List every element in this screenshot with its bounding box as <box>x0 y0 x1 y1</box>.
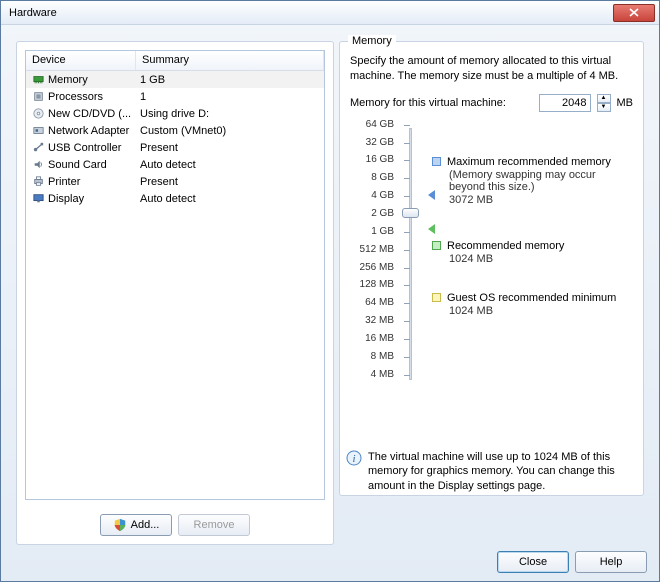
square-blue-icon <box>432 157 441 166</box>
memory-info-text: The virtual machine will use up to 1024 … <box>368 450 639 493</box>
memory-unit: MB <box>617 97 634 109</box>
cpu-icon <box>32 91 45 102</box>
device-name: Processors <box>46 91 138 103</box>
shield-icon <box>113 518 127 532</box>
info-icon: i <box>346 450 362 466</box>
table-row[interactable]: PrinterPresent <box>26 173 324 190</box>
svg-text:i: i <box>352 453 355 465</box>
device-name: Network Adapter <box>46 125 138 137</box>
slider-ticks: 64 GB32 GB16 GB8 GB4 GB2 GB1 GB512 MB256… <box>350 124 400 384</box>
tick-label: 4 GB <box>371 190 394 201</box>
rec-value: 1024 MB <box>449 253 564 265</box>
max-rec-value: 3072 MB <box>449 194 633 206</box>
tick-label: 16 MB <box>365 333 394 344</box>
nic-icon <box>32 125 45 136</box>
device-name: Display <box>46 193 138 205</box>
window-title: Hardware <box>9 7 57 19</box>
memory-input[interactable] <box>539 94 591 112</box>
device-name: Printer <box>46 176 138 188</box>
table-row[interactable]: New CD/DVD (...Using drive D: <box>26 105 324 122</box>
memory-legend: Memory <box>348 35 396 47</box>
device-summary: Auto detect <box>138 159 320 171</box>
tick-label: 4 MB <box>371 369 394 380</box>
titlebar: Hardware <box>1 1 659 25</box>
max-rec-note: (Memory swapping may occur beyond this s… <box>449 169 633 193</box>
device-summary: Using drive D: <box>138 108 320 120</box>
guest-value: 1024 MB <box>449 305 616 317</box>
col-summary[interactable]: Summary <box>136 51 324 70</box>
device-summary: 1 GB <box>138 74 320 86</box>
device-summary: Present <box>138 142 320 154</box>
memory-spin-up[interactable]: ▲ <box>597 94 611 103</box>
tick-label: 64 GB <box>366 119 394 130</box>
device-name: Sound Card <box>46 159 138 171</box>
tick-label: 2 GB <box>371 208 394 219</box>
tick-label: 64 MB <box>365 297 394 308</box>
memory-input-label: Memory for this virtual machine: <box>350 97 506 109</box>
device-summary: Present <box>138 176 320 188</box>
memory-spin-down[interactable]: ▼ <box>597 103 611 112</box>
slider-thumb[interactable] <box>402 208 419 218</box>
table-row[interactable]: DisplayAuto detect <box>26 190 324 207</box>
table-row[interactable]: Sound CardAuto detect <box>26 156 324 173</box>
tick-label: 8 GB <box>371 172 394 183</box>
memory-description: Specify the amount of memory allocated t… <box>350 54 633 84</box>
col-device[interactable]: Device <box>26 51 136 70</box>
close-icon <box>629 8 639 17</box>
table-row[interactable]: Processors1 <box>26 88 324 105</box>
printer-icon <box>32 176 45 187</box>
rec-label: Recommended memory <box>447 240 564 252</box>
add-button[interactable]: Add... <box>100 514 172 536</box>
device-table[interactable]: Device Summary Memory1 GBProcessors1New … <box>25 50 325 500</box>
memory-panel: Memory Specify the amount of memory allo… <box>339 41 644 501</box>
tick-label: 256 MB <box>360 262 394 273</box>
add-button-label: Add... <box>131 519 160 531</box>
usb-icon <box>32 142 45 153</box>
tick-label: 128 MB <box>360 279 394 290</box>
table-row[interactable]: Memory1 GB <box>26 71 324 88</box>
table-header: Device Summary <box>26 51 324 71</box>
device-name: Memory <box>46 74 138 86</box>
device-name: New CD/DVD (... <box>46 108 138 120</box>
device-name: USB Controller <box>46 142 138 154</box>
square-yellow-icon <box>432 293 441 302</box>
help-button[interactable]: Help <box>575 551 647 573</box>
sound-icon <box>32 159 45 170</box>
memory-slider[interactable] <box>400 124 422 384</box>
tick-label: 32 GB <box>366 137 394 148</box>
device-summary: Auto detect <box>138 193 320 205</box>
device-summary: 1 <box>138 91 320 103</box>
table-row[interactable]: USB ControllerPresent <box>26 139 324 156</box>
table-row[interactable]: Network AdapterCustom (VMnet0) <box>26 122 324 139</box>
remove-button-label: Remove <box>194 519 235 531</box>
close-button[interactable]: Close <box>497 551 569 573</box>
square-green-icon <box>432 241 441 250</box>
tick-label: 512 MB <box>360 244 394 255</box>
guest-label: Guest OS recommended minimum <box>447 292 616 304</box>
tick-label: 32 MB <box>365 315 394 326</box>
tick-label: 8 MB <box>371 351 394 362</box>
memory-icon <box>32 74 45 85</box>
tick-label: 1 GB <box>371 226 394 237</box>
device-summary: Custom (VMnet0) <box>138 125 320 137</box>
tick-label: 16 GB <box>366 154 394 165</box>
window-close-button[interactable] <box>613 4 655 22</box>
max-rec-label: Maximum recommended memory <box>447 156 611 168</box>
remove-button: Remove <box>178 514 250 536</box>
device-panel: Device Summary Memory1 GBProcessors1New … <box>16 41 334 545</box>
cd-icon <box>32 108 45 119</box>
hardware-dialog: Hardware Device Summary Memory1 GBProces… <box>0 0 660 582</box>
display-icon <box>32 193 45 204</box>
